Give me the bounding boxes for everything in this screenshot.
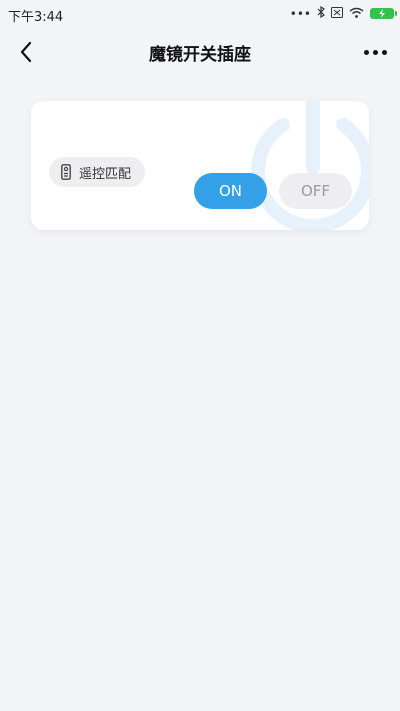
more-dots-icon: ••• — [289, 6, 311, 21]
remote-control-icon — [61, 164, 71, 180]
page-title: 魔镜开关插座 — [149, 45, 251, 65]
remote-match-label: 遥控匹配 — [79, 166, 132, 182]
device-card: 遥控匹配 ON OFF — [31, 101, 369, 230]
status-icons: ••• — [289, 5, 397, 21]
remote-match-button[interactable]: 遥控匹配 — [49, 157, 146, 187]
off-button[interactable]: OFF — [279, 173, 352, 209]
more-horizontal-icon — [363, 49, 369, 55]
bluetooth-icon — [317, 5, 325, 21]
sim-icon — [331, 6, 343, 21]
more-button[interactable] — [358, 40, 392, 64]
battery-charging-icon — [370, 8, 397, 19]
on-button[interactable]: ON — [194, 173, 267, 209]
status-time: 下午3:44 — [8, 10, 64, 25]
status-bar: 下午3:44 ••• — [0, 0, 400, 28]
nav-bar: 魔镜开关插座 — [0, 28, 400, 76]
wifi-icon — [349, 7, 364, 21]
power-icon — [251, 101, 369, 230]
